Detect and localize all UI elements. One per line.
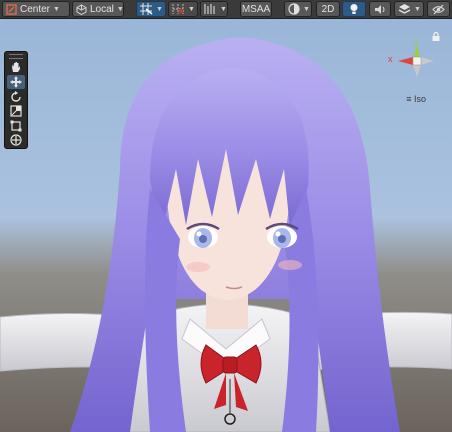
chevron-down-icon: ▼: [220, 5, 227, 13]
rotate-tool-button[interactable]: [7, 90, 25, 104]
character-model[interactable]: [0, 19, 452, 432]
scene-toolbar: Center ▼ Local ▼ ▼ ▼ ▼ MSAA ▼ 2D ▼: [0, 0, 452, 19]
audio-toggle[interactable]: [369, 1, 391, 17]
scene-viewport[interactable]: y x ≡ Iso: [0, 19, 452, 432]
rotate-icon: [10, 90, 22, 103]
lighting-toggle[interactable]: [342, 1, 366, 17]
pivot-icon: [6, 3, 17, 15]
lighting-icon: [349, 3, 359, 15]
snap-settings-dropdown[interactable]: ▼: [200, 1, 228, 17]
effects-icon: [398, 3, 411, 15]
orientation-gizmo[interactable]: y x: [386, 37, 446, 99]
y-axis-label: y: [414, 37, 419, 47]
hand-tool-button[interactable]: [7, 61, 25, 75]
transform-icon: [10, 134, 22, 146]
pivot-mode-dropdown[interactable]: Center ▼: [2, 1, 70, 17]
grid-snap-toggle[interactable]: ▼: [136, 1, 166, 17]
chevron-down-icon: ▼: [414, 5, 421, 13]
hidden-objects-icon: [432, 4, 445, 15]
shading-mode-dropdown[interactable]: ▼: [284, 1, 312, 17]
increment-snap-dropdown[interactable]: ▼: [168, 1, 198, 17]
rect-icon: [10, 120, 22, 132]
tool-palette-grip[interactable]: [9, 54, 23, 59]
snap-settings-icon: [204, 3, 217, 15]
chevron-down-icon: ▼: [53, 5, 60, 13]
pivot-rotation-dropdown[interactable]: Local ▼: [72, 1, 124, 17]
tool-palette: [4, 51, 28, 149]
chevron-down-icon: ▼: [156, 5, 163, 13]
msaa-label: MSAA: [241, 3, 271, 15]
chevron-down-icon: ▼: [303, 5, 310, 13]
local-space-icon: [76, 3, 87, 15]
hand-icon: [10, 61, 22, 73]
shading-mode-icon: [288, 3, 300, 15]
audio-icon: [374, 4, 386, 15]
projection-label: Iso: [413, 94, 426, 104]
chevron-down-icon: ▼: [116, 5, 124, 13]
hamburger-icon: ≡: [406, 94, 412, 104]
grid-snap-icon: [140, 3, 153, 15]
increment-snap-icon: [172, 3, 185, 15]
2d-mode-label: 2D: [321, 3, 335, 15]
hidden-objects-toggle[interactable]: [427, 1, 450, 17]
2d-mode-toggle[interactable]: 2D: [316, 1, 340, 17]
transform-tool-button[interactable]: [7, 133, 25, 147]
x-axis-label: x: [388, 54, 393, 64]
pivot-mode-label: Center: [20, 3, 51, 15]
move-tool-button[interactable]: [7, 75, 25, 89]
scale-icon: [10, 105, 22, 117]
scale-tool-button[interactable]: [7, 104, 25, 118]
chevron-down-icon: ▼: [188, 5, 195, 13]
rect-tool-button[interactable]: [7, 119, 25, 133]
msaa-toggle[interactable]: MSAA: [240, 1, 272, 17]
pivot-rotation-label: Local: [90, 3, 114, 15]
effects-dropdown[interactable]: ▼: [394, 1, 424, 17]
move-icon: [10, 76, 22, 89]
projection-toggle[interactable]: ≡ Iso: [406, 94, 426, 104]
